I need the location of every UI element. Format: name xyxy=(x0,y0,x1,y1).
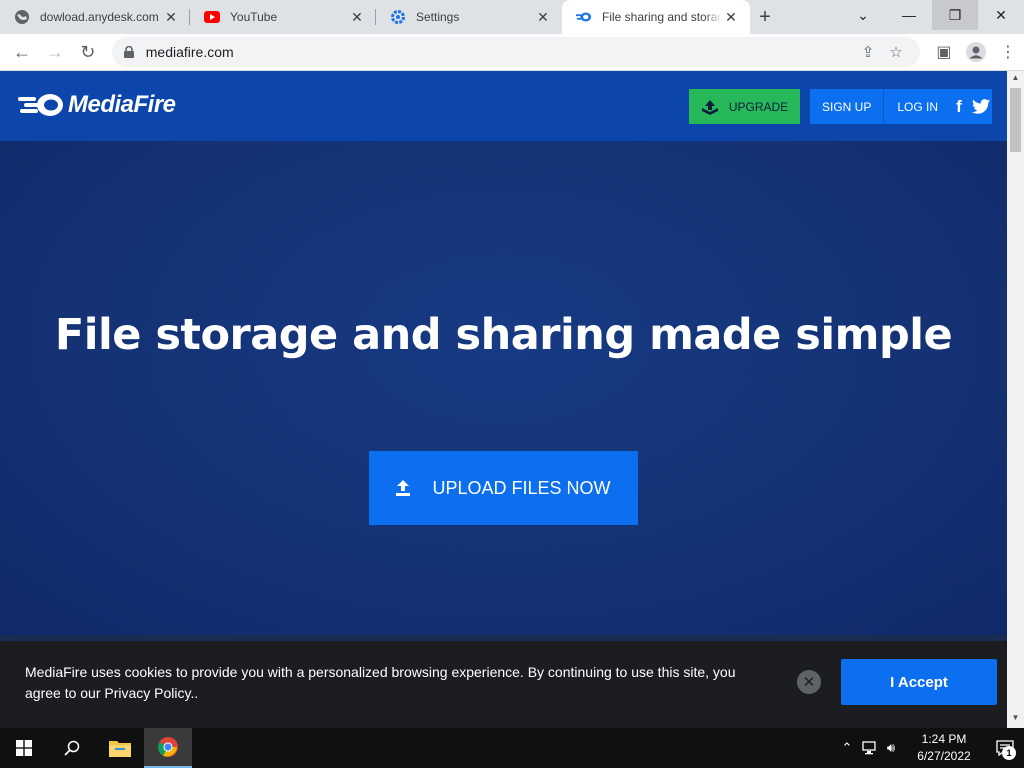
profile-avatar-icon[interactable] xyxy=(960,36,992,68)
tab-close-icon[interactable]: ✕ xyxy=(534,8,552,26)
upload-label: UPLOAD FILES NOW xyxy=(432,477,611,498)
upgrade-icon xyxy=(701,99,719,115)
tab-close-icon[interactable]: ✕ xyxy=(348,8,366,26)
cookie-banner: MediaFire uses cookies to provide you wi… xyxy=(0,635,1007,729)
chevron-up-icon[interactable]: ⌃ xyxy=(836,740,858,756)
system-tray: ⌃ 🔊︎ 1:24 PM 6/27/2022 1 xyxy=(836,728,1024,768)
new-tab-button[interactable]: + xyxy=(750,0,780,34)
cookie-close-icon[interactable]: ✕ xyxy=(797,670,821,694)
file-explorer-icon[interactable] xyxy=(96,728,144,768)
logo-text: MediaFire xyxy=(68,91,176,118)
upgrade-button[interactable]: UPGRADE xyxy=(689,89,800,124)
page-viewport: MediaFire UPGRADE SIGN UP LOG IN f File … xyxy=(0,71,1024,729)
tab-search-chevron-icon[interactable]: ⌄ xyxy=(840,0,886,30)
bookmark-star-icon[interactable]: ☆ xyxy=(882,43,910,61)
clock-date: 6/27/2022 xyxy=(917,749,971,763)
upload-files-button[interactable]: UPLOAD FILES NOW xyxy=(369,451,638,525)
share-icon[interactable]: ⇪ xyxy=(854,43,882,61)
accept-cookies-button[interactable]: I Accept xyxy=(841,659,997,705)
settings-gear-icon xyxy=(390,9,406,25)
tab-settings[interactable]: Settings ✕ xyxy=(376,0,562,34)
network-icon[interactable] xyxy=(858,741,880,755)
mediafire-icon xyxy=(576,9,592,25)
forward-button[interactable]: → xyxy=(39,36,71,68)
start-button-windows-icon[interactable] xyxy=(0,728,48,768)
page-scrollbar[interactable]: ▲ ▼ xyxy=(1007,71,1024,729)
facebook-icon[interactable]: f xyxy=(948,96,970,118)
upgrade-label: UPGRADE xyxy=(728,99,789,114)
upload-icon xyxy=(396,480,411,496)
twitter-icon[interactable] xyxy=(970,96,992,118)
site-header: MediaFire UPGRADE SIGN UP LOG IN f xyxy=(0,71,1007,141)
close-window-button[interactable]: ✕ xyxy=(978,0,1024,30)
menu-kebab-icon[interactable]: ⋮ xyxy=(992,36,1024,68)
windows-taskbar: ⌃ 🔊︎ 1:24 PM 6/27/2022 1 xyxy=(0,728,1024,768)
notification-center-icon[interactable]: 1 xyxy=(986,728,1024,768)
browser-toolbar: ← → ↻ mediafire.com ⇪ ☆ ▣ ⋮ xyxy=(0,34,1024,71)
globe-icon xyxy=(14,9,30,25)
address-bar[interactable]: mediafire.com ⇪ ☆ xyxy=(111,37,920,67)
tab-title: File sharing and storage made simple xyxy=(602,10,722,24)
clock[interactable]: 1:24 PM 6/27/2022 xyxy=(906,731,982,765)
tab-mediafire[interactable]: File sharing and storage made simple ✕ xyxy=(562,0,750,34)
auth-button-group: SIGN UP LOG IN f xyxy=(810,89,992,124)
mediafire-logo[interactable]: MediaFire xyxy=(18,91,176,119)
reload-button[interactable]: ↻ xyxy=(72,36,104,68)
url-text[interactable]: mediafire.com xyxy=(146,44,854,60)
youtube-icon xyxy=(204,9,220,25)
tab-title: Settings xyxy=(416,10,460,24)
login-button[interactable]: LOG IN xyxy=(884,89,948,124)
mediafire-logo-icon xyxy=(18,94,63,116)
volume-icon[interactable]: 🔊︎ xyxy=(880,740,902,756)
clock-time: 1:24 PM xyxy=(921,732,967,746)
cookie-message: MediaFire uses cookies to provide you wi… xyxy=(25,664,736,701)
window-controls: ⌄ — ❐ ✕ xyxy=(840,0,1024,34)
scroll-up-arrow-icon[interactable]: ▲ xyxy=(1007,73,1024,87)
tab-close-icon[interactable]: ✕ xyxy=(722,8,740,26)
chrome-icon[interactable] xyxy=(144,728,192,768)
scroll-down-arrow-icon[interactable]: ▼ xyxy=(1007,713,1024,727)
signup-button[interactable]: SIGN UP xyxy=(810,89,885,124)
hero-section: File storage and sharing made simple UPL… xyxy=(0,141,1007,635)
minimize-button[interactable]: — xyxy=(886,0,932,30)
notification-count-badge: 1 xyxy=(1002,746,1016,760)
restore-button[interactable]: ❐ xyxy=(932,0,978,30)
search-icon[interactable] xyxy=(48,728,96,768)
tab-title: dowload.anydesk.com xyxy=(40,10,159,24)
tab-close-icon[interactable]: ✕ xyxy=(162,8,180,26)
tab-youtube[interactable]: YouTube ✕ xyxy=(190,0,376,34)
back-button[interactable]: ← xyxy=(6,36,38,68)
side-panel-icon[interactable]: ▣ xyxy=(928,36,960,68)
tab-strip: dowload.anydesk.com ✕ YouTube ✕ Settings… xyxy=(0,0,1024,34)
tab-title: YouTube xyxy=(230,10,278,24)
hero-title: File storage and sharing made simple xyxy=(54,310,953,360)
scrollbar-thumb[interactable] xyxy=(1010,88,1021,152)
lock-icon[interactable] xyxy=(123,46,138,58)
tab-anydesk[interactable]: dowload.anydesk.com ✕ xyxy=(0,0,190,34)
